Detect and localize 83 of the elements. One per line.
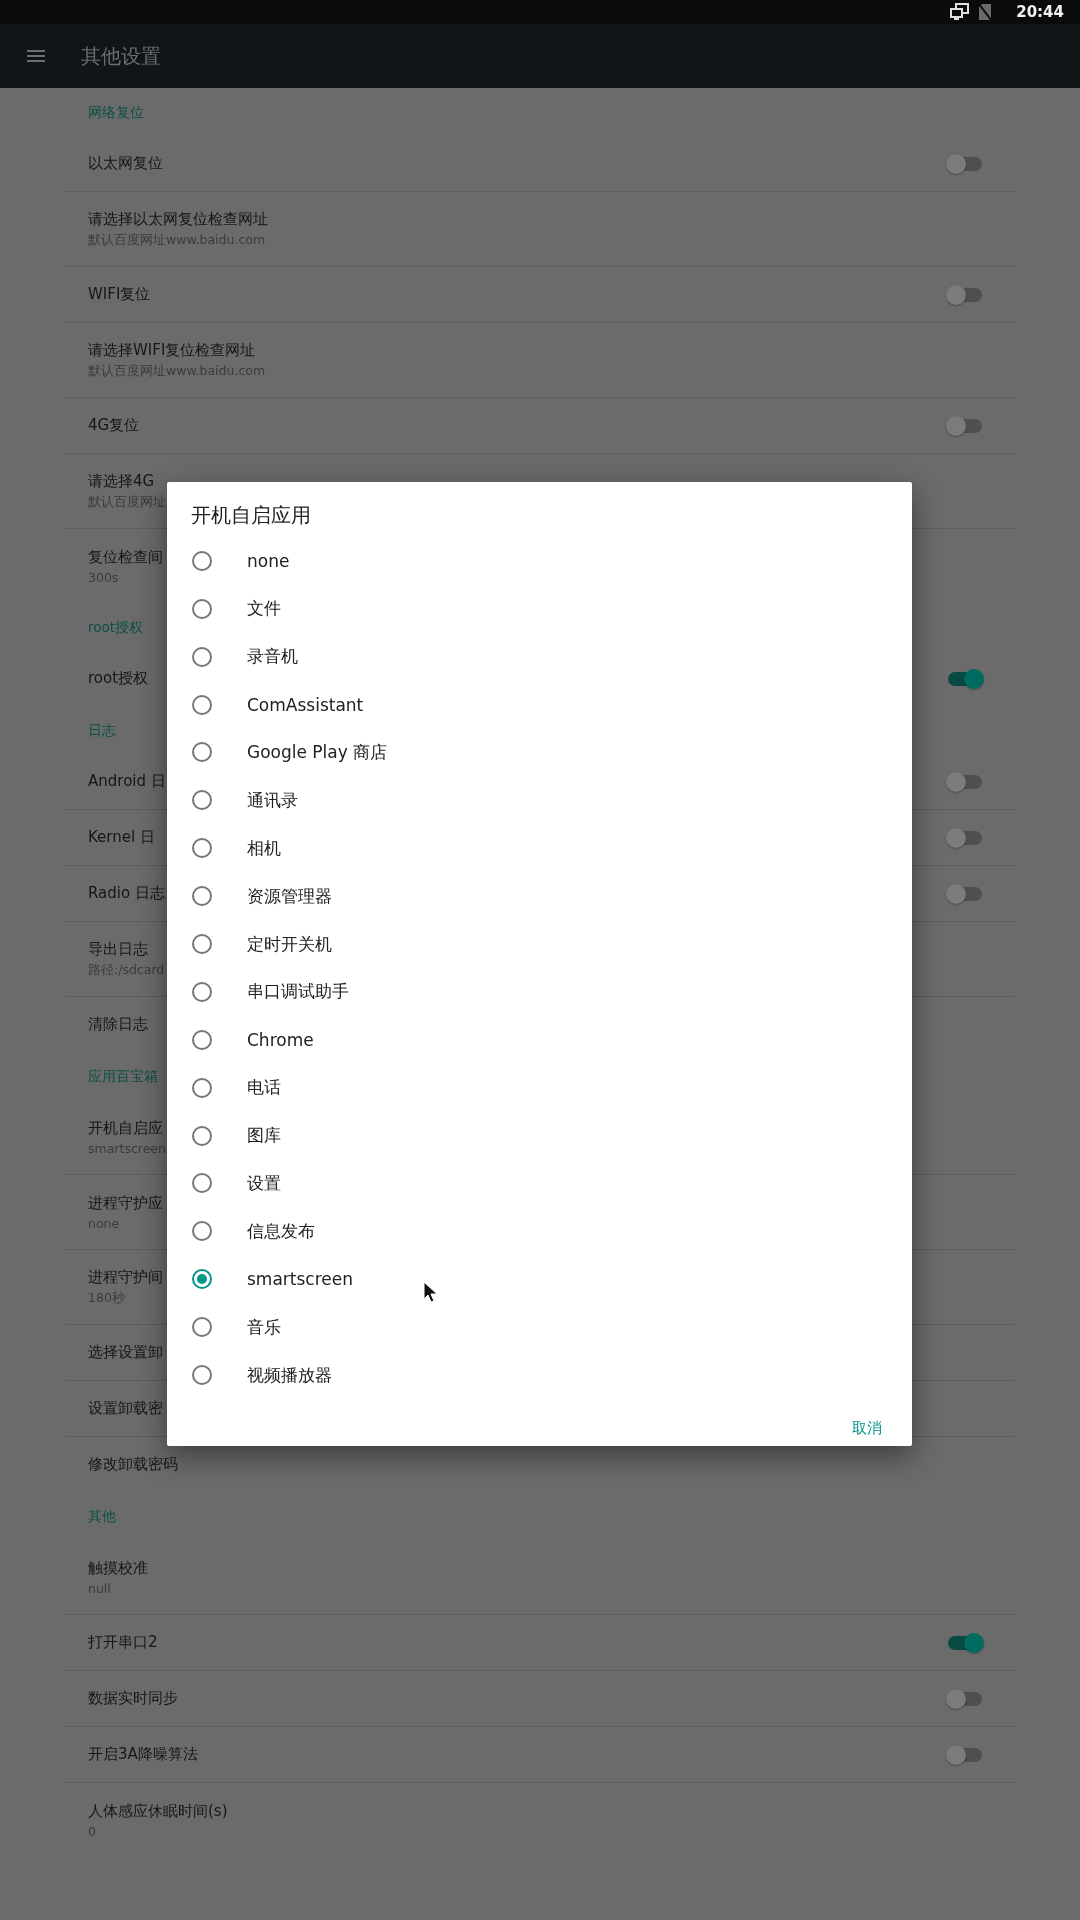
- radio-button[interactable]: [192, 694, 212, 715]
- option-label[interactable]: 串口调试助手: [247, 980, 349, 1004]
- radio-button[interactable]: [192, 1029, 212, 1050]
- cancel-button[interactable]: 取消: [842, 1411, 892, 1446]
- section-header: 其他: [88, 1507, 116, 1526]
- option-label[interactable]: Google Play 商店: [247, 740, 388, 764]
- radio-button[interactable]: [192, 1269, 212, 1290]
- setting-title: 开启3A降噪算法: [88, 1745, 198, 1764]
- option-label[interactable]: 电话: [247, 1076, 281, 1100]
- setting-title: 请选择WIFI复位检查网址: [88, 340, 256, 360]
- radio-button[interactable]: [192, 838, 212, 859]
- toggle-switch[interactable]: [948, 418, 982, 433]
- setting-title: 进程守护应: [88, 1193, 163, 1213]
- screens-icon: [950, 3, 971, 21]
- radio-button[interactable]: [192, 1173, 212, 1194]
- setting-title: 触摸校准: [88, 1558, 148, 1578]
- toggle-switch[interactable]: [948, 886, 982, 901]
- option-label[interactable]: smartscreen: [247, 1269, 353, 1290]
- setting-title: 人体感应休眠时间(s): [88, 1801, 228, 1821]
- setting-title: 请选择以太网复位检查网址: [88, 209, 268, 229]
- radio-button[interactable]: [192, 1221, 212, 1242]
- radio-button[interactable]: [192, 646, 212, 667]
- option-label[interactable]: 文件: [247, 597, 281, 621]
- radio-button[interactable]: [192, 790, 212, 811]
- dialog-title: 开机自启应用: [190, 503, 312, 529]
- radio-button[interactable]: [192, 934, 212, 955]
- setting-title: 选择设置卸: [88, 1343, 163, 1362]
- no-sim-icon: [978, 3, 993, 21]
- toggle-switch[interactable]: [948, 671, 982, 686]
- option-label[interactable]: Chrome: [247, 1029, 314, 1050]
- option-label[interactable]: 相机: [247, 836, 281, 860]
- setting-title: root授权: [88, 669, 149, 688]
- setting-title: 4G复位: [88, 416, 140, 435]
- option-label[interactable]: 通讯录: [247, 788, 298, 812]
- radio-button[interactable]: [192, 550, 212, 571]
- setting-title: WIFI复位: [88, 285, 151, 304]
- option-label[interactable]: ComAssistant: [247, 694, 364, 715]
- clock: 20:44: [1016, 3, 1064, 21]
- radio-button[interactable]: [192, 981, 212, 1002]
- setting-title: 以太网复位: [88, 154, 163, 173]
- setting-title: 进程守护间: [88, 1267, 163, 1287]
- setting-title: 复位检查间: [88, 547, 163, 567]
- section-header: 网络复位: [88, 103, 144, 122]
- radio-button[interactable]: [192, 1077, 212, 1098]
- setting-title: 设置卸载密: [88, 1399, 163, 1418]
- section-header: root授权: [88, 618, 144, 637]
- toggle-switch[interactable]: [948, 774, 982, 789]
- toggle-switch[interactable]: [948, 156, 982, 171]
- setting-title: 数据实时同步: [88, 1689, 178, 1708]
- toggle-switch[interactable]: [948, 830, 982, 845]
- option-label[interactable]: 设置: [247, 1172, 281, 1195]
- setting-title: 请选择4G: [88, 471, 155, 491]
- option-label[interactable]: 视频播放器: [247, 1363, 332, 1387]
- option-label[interactable]: 信息发布: [247, 1219, 315, 1243]
- radio-button[interactable]: [192, 886, 212, 907]
- section-header: 应用百宝箱: [88, 1067, 158, 1086]
- screen-title: 其他设置: [81, 42, 161, 70]
- radio-button[interactable]: [192, 742, 212, 763]
- setting-title: Kernel 日: [88, 828, 155, 847]
- setting-title: Radio 日志: [88, 884, 165, 903]
- option-label[interactable]: 资源管理器: [247, 884, 332, 908]
- setting-title: 打开串口2: [88, 1633, 158, 1652]
- option-label[interactable]: 录音机: [247, 645, 298, 669]
- toggle-switch[interactable]: [948, 1747, 982, 1762]
- cursor-icon: [423, 1281, 437, 1303]
- setting-title: Android 日: [88, 772, 166, 791]
- section-header: 日志: [88, 721, 116, 740]
- setting-title: 清除日志: [88, 1015, 148, 1034]
- radio-button[interactable]: [192, 1125, 212, 1146]
- radio-button[interactable]: [192, 1365, 212, 1386]
- toggle-switch[interactable]: [948, 1691, 982, 1706]
- option-label[interactable]: 音乐: [247, 1315, 281, 1339]
- toggle-switch[interactable]: [948, 1635, 982, 1650]
- radio-button[interactable]: [192, 1317, 212, 1338]
- option-label[interactable]: 定时开关机: [247, 932, 332, 956]
- setting-title: 开机自启应: [88, 1118, 163, 1138]
- toggle-switch[interactable]: [948, 287, 982, 302]
- option-label[interactable]: 图库: [247, 1124, 281, 1148]
- setting-title: 修改卸载密码: [88, 1455, 178, 1474]
- radio-button[interactable]: [192, 598, 212, 619]
- setting-title: 导出日志: [88, 939, 148, 959]
- menu-icon[interactable]: [27, 50, 45, 62]
- option-label[interactable]: none: [247, 550, 290, 571]
